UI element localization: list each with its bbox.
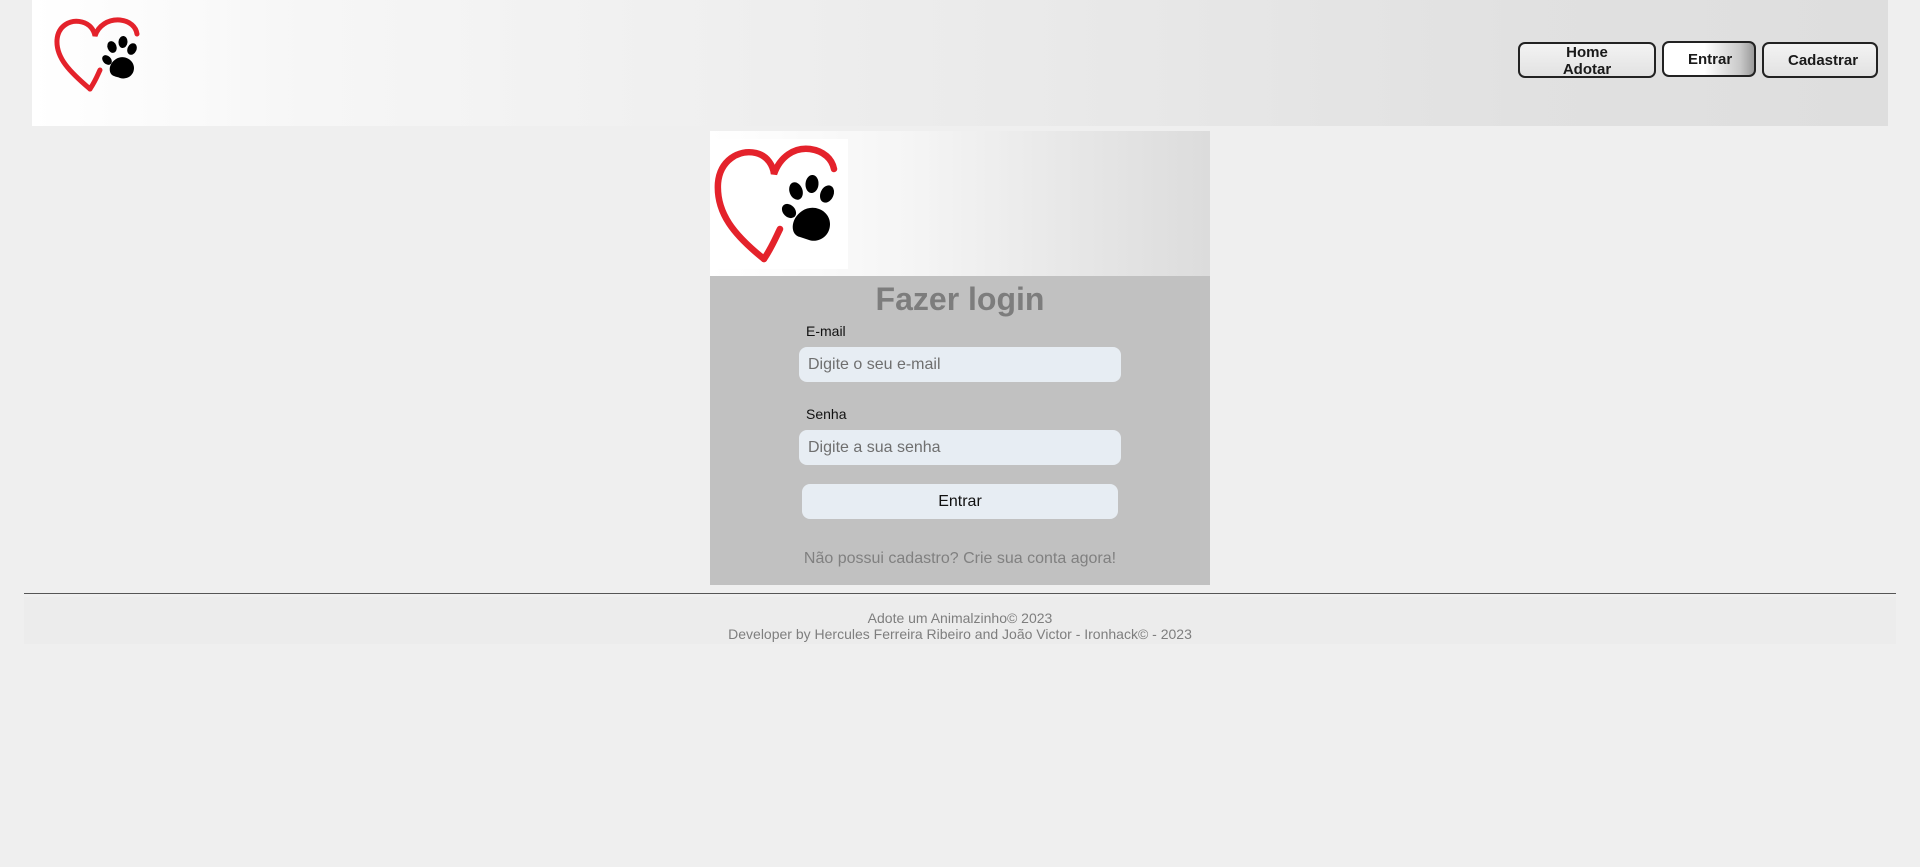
password-field[interactable] (799, 430, 1121, 465)
login-submit-button[interactable]: Entrar (802, 484, 1118, 519)
email-label: E-mail (806, 323, 846, 339)
footer-credits: Developer by Hercules Ferreira Ribeiro a… (728, 626, 1192, 642)
email-field[interactable] (799, 347, 1121, 382)
login-card: Fazer login E-mail Senha Entrar Não poss… (710, 131, 1210, 585)
signup-link[interactable]: Não possui cadastro? Crie sua conta agor… (710, 550, 1210, 568)
card-header (710, 131, 1210, 276)
password-label: Senha (806, 406, 847, 422)
heart-paw-logo-icon (710, 139, 848, 269)
heart-paw-logo-icon[interactable] (52, 14, 152, 98)
footer-divider (24, 593, 1896, 594)
site-header: Home Adotar Entrar Cadastrar (32, 0, 1888, 126)
cadastrar-button[interactable]: Cadastrar (1762, 42, 1878, 78)
home-adotar-button[interactable]: Home Adotar (1518, 42, 1656, 78)
page-title: Fazer login (875, 281, 1045, 317)
entrar-nav-button[interactable]: Entrar (1662, 41, 1756, 77)
page: Home Adotar Entrar Cadastrar Fazer login… (0, 0, 1920, 867)
main-nav: Home Adotar Entrar Cadastrar (1518, 41, 1878, 78)
site-footer: Adote um Animalzinho© 2023 Developer by … (24, 597, 1896, 644)
footer-copyright: Adote um Animalzinho© 2023 (867, 610, 1053, 626)
